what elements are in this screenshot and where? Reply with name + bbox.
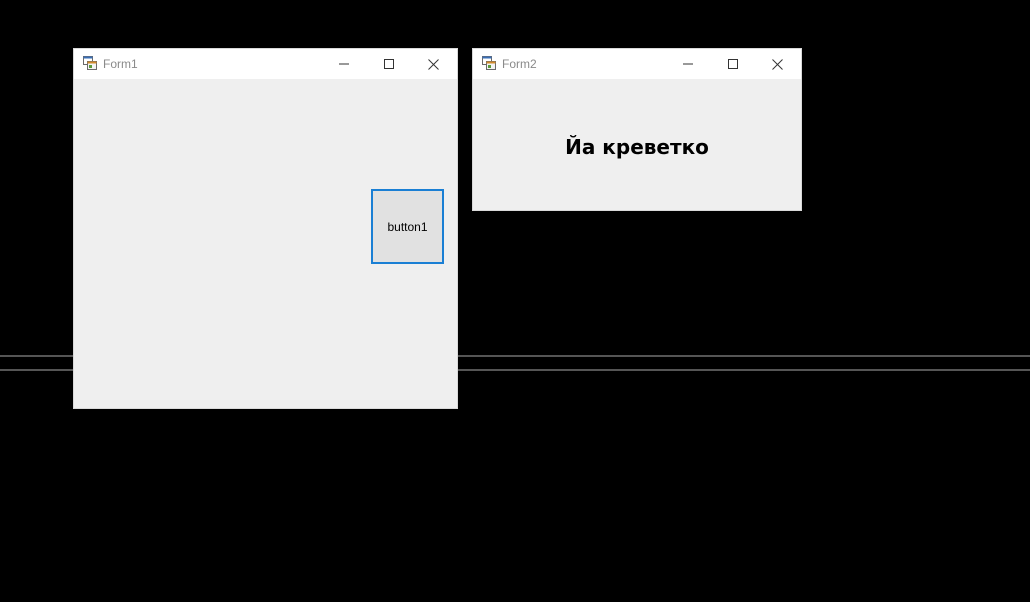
form2-label: Йа креветко [565,135,709,159]
maximize-icon [727,59,738,69]
form2-close-button[interactable] [755,49,800,79]
desktop: Form1 button1 Form2 Йа креветко [0,0,1030,602]
form1-minimize-button[interactable] [321,49,366,79]
form2-maximize-button[interactable] [710,49,755,79]
form1-titlebar[interactable]: Form1 [74,49,457,79]
form1-close-button[interactable] [411,49,456,79]
form1-maximize-button[interactable] [366,49,411,79]
form1-title: Form1 [103,57,138,71]
form2-minimize-button[interactable] [665,49,710,79]
close-icon [428,58,439,70]
form1-client-area: button1 [74,79,457,408]
form2-window: Form2 Йа креветко [472,48,802,211]
button1[interactable]: button1 [371,189,444,264]
close-icon [772,58,783,70]
form2-client-area: Йа креветко [473,79,801,210]
form2-title: Form2 [502,57,537,71]
maximize-icon [383,59,394,69]
form1-window: Form1 button1 [73,48,458,409]
form2-titlebar[interactable]: Form2 [473,49,801,79]
minimize-icon [338,63,349,65]
app-icon [83,56,97,70]
app-icon [482,56,496,70]
minimize-icon [682,63,693,65]
